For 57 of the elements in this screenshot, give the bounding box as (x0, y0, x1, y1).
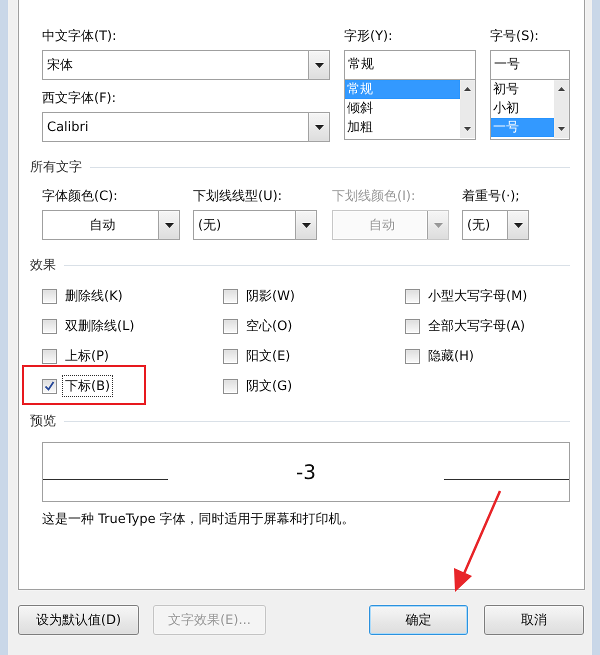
list-item[interactable]: 初号 (491, 80, 554, 99)
checkbox[interactable] (405, 348, 420, 364)
dialog-button[interactable]: 设为默认值(D) (18, 605, 139, 635)
checkbox-label[interactable]: 全部大写字母(A) (426, 316, 528, 336)
list-item[interactable]: 倾斜 (345, 99, 460, 118)
scrollbar-drawing (460, 80, 475, 138)
checkbox[interactable] (42, 378, 57, 394)
checkbox[interactable] (42, 318, 57, 334)
scrollbar-drawing (554, 80, 569, 138)
field-label: 字体颜色(C): (42, 188, 119, 206)
field-label: 着重号(·); (462, 188, 521, 206)
list-item[interactable]: 加粗 (345, 118, 460, 137)
field-label: 下划线颜色(I): (332, 188, 416, 206)
caret-icon (514, 222, 522, 228)
font-description: 这是一种 TrueType 字体，同时适用于屏幕和打印机。 (42, 511, 356, 528)
dropdown[interactable]: (无) (193, 210, 317, 240)
checkbox[interactable] (405, 318, 420, 334)
field-label: 中文字体(T): (42, 28, 118, 46)
checkbox[interactable] (223, 288, 238, 304)
field-label: 字形(Y): (344, 28, 394, 46)
dropdown[interactable]: 自动 (42, 210, 180, 240)
font-dropdown[interactable]: Calibri (42, 112, 330, 142)
checkbox-label[interactable]: 阴文(G) (244, 376, 294, 396)
dropdown[interactable]: (无) (462, 210, 529, 240)
checkbox[interactable] (42, 348, 57, 364)
section-title: 预览 (30, 413, 56, 430)
checkbox-label[interactable]: 删除线(K) (63, 286, 125, 306)
caret-icon (314, 62, 324, 68)
checkbox-label[interactable]: 阴影(W) (244, 286, 297, 306)
checkbox-label[interactable]: 下标(B) (63, 376, 112, 396)
section-title: 所有文字 (30, 159, 82, 176)
field-label: 字号(S): (490, 28, 540, 46)
font-dropdown[interactable]: 宋体 (42, 50, 330, 80)
dialog-button[interactable]: 确定 (369, 605, 468, 635)
caret-icon (434, 222, 442, 228)
checkbox-label[interactable]: 小型大写字母(M) (426, 286, 530, 306)
checkbox-label[interactable]: 上标(P) (63, 346, 111, 366)
checkbox[interactable] (223, 318, 238, 334)
caret-icon (314, 124, 324, 130)
caret-icon (302, 222, 310, 228)
preview-text: -3 (296, 460, 316, 484)
list-item[interactable]: 小初 (491, 99, 554, 118)
input-field[interactable]: 常规 (344, 50, 476, 80)
dialog-button[interactable]: 取消 (484, 605, 584, 635)
section-title: 效果 (30, 257, 56, 274)
checkbox-label[interactable]: 双删除线(L) (63, 316, 136, 336)
caret-icon (164, 222, 174, 228)
checkbox[interactable] (405, 288, 420, 304)
checkbox[interactable] (223, 348, 238, 364)
checkbox-label[interactable]: 阳文(E) (244, 346, 292, 366)
field-label: 下划线线型(U): (193, 188, 284, 206)
input-field[interactable]: 一号 (490, 50, 570, 80)
checkbox-label[interactable]: 隐藏(H) (426, 346, 476, 366)
checkbox-label[interactable]: 空心(O) (244, 316, 294, 336)
field-label: 西文字体(F): (42, 90, 118, 108)
checkbox[interactable] (42, 288, 57, 304)
checkbox[interactable] (223, 378, 238, 394)
